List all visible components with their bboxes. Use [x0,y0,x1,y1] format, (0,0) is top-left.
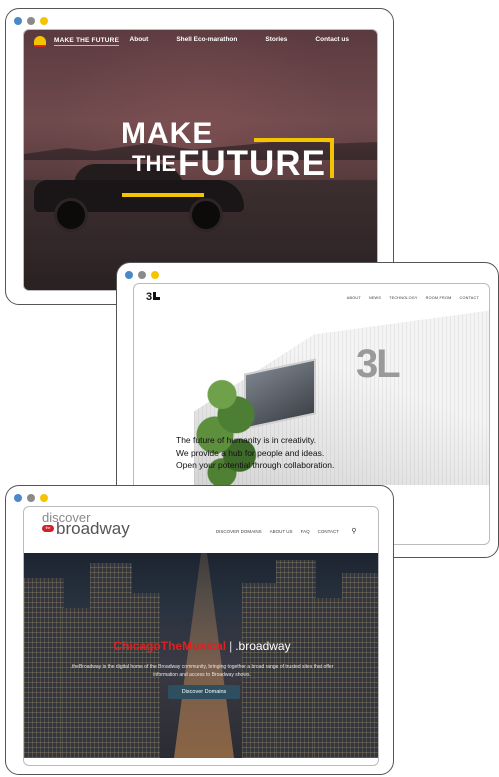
nav-faq[interactable]: FAQ [301,529,310,534]
nav-contact[interactable]: CONTACT [318,529,339,534]
threel-nav-links: ABOUT NEWS TECHNOLOGY ROOM FROM CONTACT [347,296,479,300]
building [90,563,132,758]
logo-the-pill: the [42,525,54,532]
shell-nav-links: About Shell Eco-marathon Stories Contact… [130,36,349,43]
logo-broadway: broadway [56,519,130,538]
nav-eco-marathon[interactable]: Shell Eco-marathon [176,36,237,43]
shell-logo-icon[interactable] [34,35,46,47]
window-dot-gray[interactable] [27,17,35,25]
threel-logo[interactable]: 3 [146,291,161,303]
avenue-lights [174,553,234,758]
shell-screen: MAKE THE FUTURE About Shell Eco-marathon… [23,29,378,291]
tagline-line-1: The future of humanity is in creativity. [176,435,317,445]
window-dot-yellow[interactable] [40,494,48,502]
window-dot-gray[interactable] [138,271,146,279]
tagline-line-2: We provide a hub for people and ideas. [176,447,325,458]
window-dot-blue[interactable] [14,494,22,502]
window-dot-blue[interactable] [14,17,22,25]
window-controls [125,271,159,279]
building [342,573,378,758]
domain-description: .theBroadway is the digital home of the … [70,664,334,678]
nav-contact[interactable]: CONTACT [460,296,479,300]
broadway-screen: discover the broadway DISCOVER DOMAINS A… [23,506,379,766]
hero-the: THE [132,151,176,176]
nav-room-from[interactable]: ROOM FROM [426,296,452,300]
nav-discover-domains[interactable]: DISCOVER DOMAINS [216,529,262,534]
threel-tagline: The future of humanity is in creativity.… [176,434,334,472]
building [276,560,316,758]
window-controls [14,494,48,502]
window-dot-gray[interactable] [27,494,35,502]
title-divider: | [229,639,233,653]
browser-window-broadway: discover the broadway DISCOVER DOMAINS A… [5,485,394,775]
nav-contact[interactable]: Contact us [315,36,349,43]
broadway-nav-links: DISCOVER DOMAINS ABOUT US FAQ CONTACT ⚲ [216,524,361,538]
nav-about-us[interactable]: ABOUT US [270,529,293,534]
window-controls [14,17,48,25]
window-dot-yellow[interactable] [40,17,48,25]
browser-window-shell: MAKE THE FUTURE About Shell Eco-marathon… [5,8,394,305]
nav-news[interactable]: NEWS [369,296,381,300]
nav-about[interactable]: ABOUT [347,296,361,300]
tagline-line-3: Open your potential through collaboratio… [176,460,335,470]
logo-broadway-row: the broadway [42,519,130,538]
nav-stories[interactable]: Stories [265,36,287,43]
domain-tld: .broadway [235,639,291,653]
nav-about[interactable]: About [130,36,149,43]
window-dot-yellow[interactable] [151,271,159,279]
shell-navbar: MAKE THE FUTURE About Shell Eco-marathon… [24,30,377,52]
yellow-bar-top [254,138,334,142]
yellow-bar-bottom [122,193,204,197]
search-icon[interactable]: ⚲ [347,524,361,538]
hero-future: FUTURE [178,144,326,183]
discover-domains-button[interactable]: Discover Domains [168,685,240,699]
yellow-bar-right [330,138,334,178]
window-dot-blue[interactable] [125,271,133,279]
nav-technology[interactable]: TECHNOLOGY [389,296,418,300]
shell-brand[interactable]: MAKE THE FUTURE [54,37,120,46]
domain-name: ChicagoTheMusical [113,639,227,653]
building-3l-sign: 3L [356,342,401,386]
domain-title: ChicagoTheMusical | .broadway [24,639,378,653]
city-hero-image: ChicagoTheMusical | .broadway .theBroadway… [24,553,378,758]
building [62,608,92,758]
building [24,578,64,758]
broadway-logo[interactable]: discover the broadway [42,511,130,538]
